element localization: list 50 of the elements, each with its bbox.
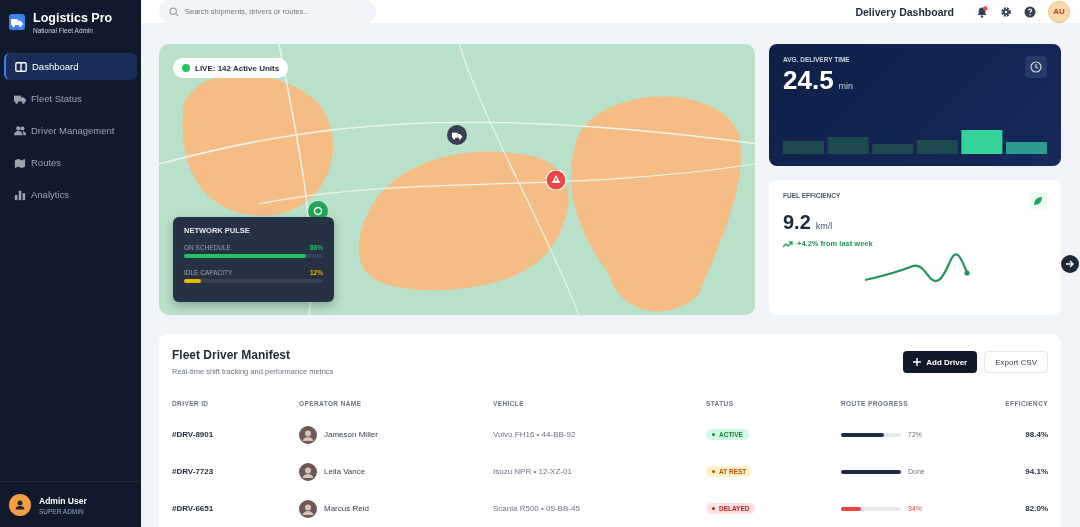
sidebar-item[interactable]: Dashboard: [4, 53, 137, 80]
warning-marker-icon: [546, 170, 566, 190]
sidebar-item[interactable]: Fleet Status: [4, 85, 137, 112]
stat-unit: km/l: [815, 221, 833, 231]
sidebar-item[interactable]: Analytics: [4, 181, 137, 208]
stat-value: 9.2: [783, 211, 811, 234]
table-cell-text: #DRV-7723: [172, 466, 215, 478]
table-cell-text: 82.0%: [1024, 503, 1048, 515]
users-icon: [14, 124, 26, 137]
status-dot-icon: [182, 64, 190, 72]
clock-icon[interactable]: [1025, 56, 1047, 78]
truck-marker-icon: [447, 125, 467, 145]
truck-logo-icon: [9, 14, 25, 30]
table-cell-text: #DRV-6651: [172, 503, 215, 515]
app-title: Logistics Pro: [33, 11, 113, 25]
table-cell-text: Volvo FH16 • 44-BB-92: [493, 429, 577, 441]
table-cell-text: Isuzu NPR • 12-XZ-01: [493, 466, 573, 478]
avatar-icon: [299, 499, 317, 518]
user-avatar[interactable]: AU: [1048, 0, 1070, 23]
table-cell-text: Scania R500 • 09-BB-45: [493, 503, 581, 515]
settings-icon[interactable]: [1000, 5, 1012, 18]
trend-up-icon: [783, 239, 793, 248]
page-title: Delivery Dashboard: [855, 5, 954, 18]
next-arrow-button[interactable]: [1061, 255, 1079, 273]
export-button[interactable]: Export CSV: [984, 351, 1048, 373]
live-status: LIVE: 142 Active Units: [195, 63, 280, 73]
map-icon: [14, 156, 26, 169]
plus-icon: [913, 358, 922, 366]
stat-value: 24.5: [783, 65, 834, 96]
table-cell-text: 94.1%: [1024, 466, 1048, 478]
sidebar-item[interactable]: Routes: [4, 149, 137, 176]
add-driver-button[interactable]: Add Driver: [903, 351, 978, 373]
table-cell-text: #DRV-8901: [172, 429, 215, 441]
operator-name: Jameson Miller: [324, 430, 378, 439]
layout-icon: [15, 60, 27, 73]
stat-unit: min: [838, 81, 854, 91]
avatar-icon: [299, 425, 317, 444]
operator-name: Leila Vance: [324, 467, 366, 476]
bar-chart-icon: [14, 188, 26, 201]
avatar-icon: [9, 494, 31, 516]
operator-name: Marcus Reid: [324, 504, 369, 513]
table-cell-text: 98.4%: [1024, 429, 1048, 441]
section-title: Fleet Driver Manifest: [172, 348, 292, 362]
help-icon[interactable]: [1024, 5, 1036, 18]
avatar-icon: [299, 462, 317, 481]
bell-icon[interactable]: [976, 5, 988, 18]
sidebar-item[interactable]: Driver Management: [4, 117, 137, 144]
leaf-icon: [1029, 192, 1047, 210]
user-name: Admin User: [39, 495, 87, 506]
search-icon: [169, 6, 179, 17]
